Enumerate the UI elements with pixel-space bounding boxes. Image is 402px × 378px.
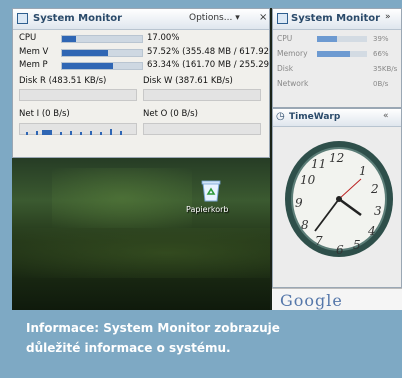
- side-memory-label: Memory: [277, 49, 308, 58]
- mem-v-bar: [61, 49, 143, 57]
- caption: Informace: System Monitor zobrazuje důle…: [26, 318, 396, 358]
- svg-text:4: 4: [367, 224, 376, 238]
- mem-p-bar-fill: [62, 63, 113, 69]
- disk-w-graph: [143, 89, 261, 101]
- side-cpu-bar: [317, 36, 367, 42]
- svg-text:3: 3: [374, 204, 382, 218]
- svg-text:11: 11: [311, 157, 326, 171]
- net-o-graph: [143, 123, 261, 135]
- dropdown-icon: ▾: [235, 13, 240, 23]
- timewarp-icon: ◷: [276, 111, 285, 122]
- analog-clock: 1212 345 678 91011: [285, 141, 393, 257]
- system-monitor-titlebar[interactable]: System Monitor Options... ▾ ×: [13, 9, 269, 30]
- google-gadget[interactable]: Google: [272, 288, 402, 310]
- disk-r-label: Disk R (483.51 KB/s): [19, 76, 107, 86]
- cpu-label: CPU: [19, 33, 37, 43]
- mem-v-value: 57.52% (355.48 MB / 617.92 M..: [147, 47, 285, 57]
- net-o-label: Net O (0 B/s): [143, 109, 198, 119]
- screenshot: System Monitor Options... ▾ × CPU 17.00%…: [12, 8, 402, 310]
- expand-icon[interactable]: »: [385, 12, 391, 22]
- collapse-icon[interactable]: «: [383, 111, 389, 121]
- article-frame: System Monitor Options... ▾ × CPU 17.00%…: [0, 0, 402, 378]
- side-monitor-title: System Monitor: [291, 13, 381, 24]
- net-i-label: Net I (0 B/s): [19, 109, 70, 119]
- desktop-background: Papierkorb: [12, 158, 270, 310]
- system-monitor-title: System Monitor: [33, 13, 123, 24]
- mem-p-value: 63.34% (161.70 MB / 255.29 M..: [147, 60, 285, 70]
- caption-line-2: důležité informace o systému.: [26, 341, 231, 355]
- timewarp-title: TimeWarp: [289, 112, 341, 122]
- recycle-bin-icon[interactable]: [200, 178, 222, 202]
- cpu-bar-fill: [62, 36, 76, 42]
- svg-text:2: 2: [370, 182, 379, 196]
- google-logo: Google: [280, 291, 343, 310]
- side-memory-value: 66%: [373, 50, 389, 58]
- side-network-value: 0B/s: [373, 80, 389, 88]
- cpu-value: 17.00%: [147, 33, 180, 43]
- monitor-icon: [17, 13, 28, 24]
- svg-text:10: 10: [300, 173, 316, 187]
- timewarp-panel: ◷ TimeWarp « 12 1 2 345 678 9 10 11: [272, 108, 402, 288]
- net-i-graph: [19, 123, 137, 135]
- svg-text:12: 12: [329, 151, 344, 165]
- svg-text:6: 6: [336, 243, 344, 257]
- mem-p-bar: [61, 62, 143, 70]
- net-i-sparkline: [26, 125, 136, 135]
- monitor-icon: [277, 13, 288, 24]
- svg-text:8: 8: [301, 218, 309, 232]
- timewarp-titlebar[interactable]: ◷ TimeWarp «: [273, 109, 401, 127]
- options-label: Options...: [189, 13, 233, 23]
- cpu-bar: [61, 35, 143, 43]
- mem-p-label: Mem P: [19, 60, 48, 70]
- side-monitor-titlebar[interactable]: System Monitor »: [273, 9, 401, 30]
- recycle-bin-label[interactable]: Papierkorb: [186, 205, 229, 214]
- svg-text:5: 5: [353, 238, 361, 252]
- side-disk-label: Disk: [277, 64, 294, 73]
- side-network-label: Network: [277, 79, 309, 88]
- disk-r-graph: [19, 89, 137, 101]
- svg-text:7: 7: [315, 234, 323, 248]
- side-disk-value: 35KB/s: [373, 65, 398, 73]
- mem-v-label: Mem V: [19, 47, 49, 57]
- side-memory-fill: [317, 51, 350, 57]
- mem-v-bar-fill: [62, 50, 109, 56]
- side-cpu-fill: [317, 36, 337, 42]
- side-cpu-value: 39%: [373, 35, 389, 43]
- side-cpu-label: CPU: [277, 34, 293, 43]
- system-monitor-panel: System Monitor Options... ▾ × CPU 17.00%…: [12, 8, 285, 158]
- side-system-monitor-panel: System Monitor » CPU 39% Memory 66% Disk…: [272, 8, 402, 108]
- disk-w-label: Disk W (387.61 KB/s): [143, 76, 233, 86]
- side-memory-bar: [317, 51, 367, 57]
- close-icon[interactable]: ×: [259, 12, 267, 23]
- svg-text:9: 9: [295, 196, 303, 210]
- options-button[interactable]: Options... ▾: [189, 13, 240, 23]
- svg-text:1: 1: [359, 164, 367, 178]
- caption-line-1: Informace: System Monitor zobrazuje: [26, 321, 280, 335]
